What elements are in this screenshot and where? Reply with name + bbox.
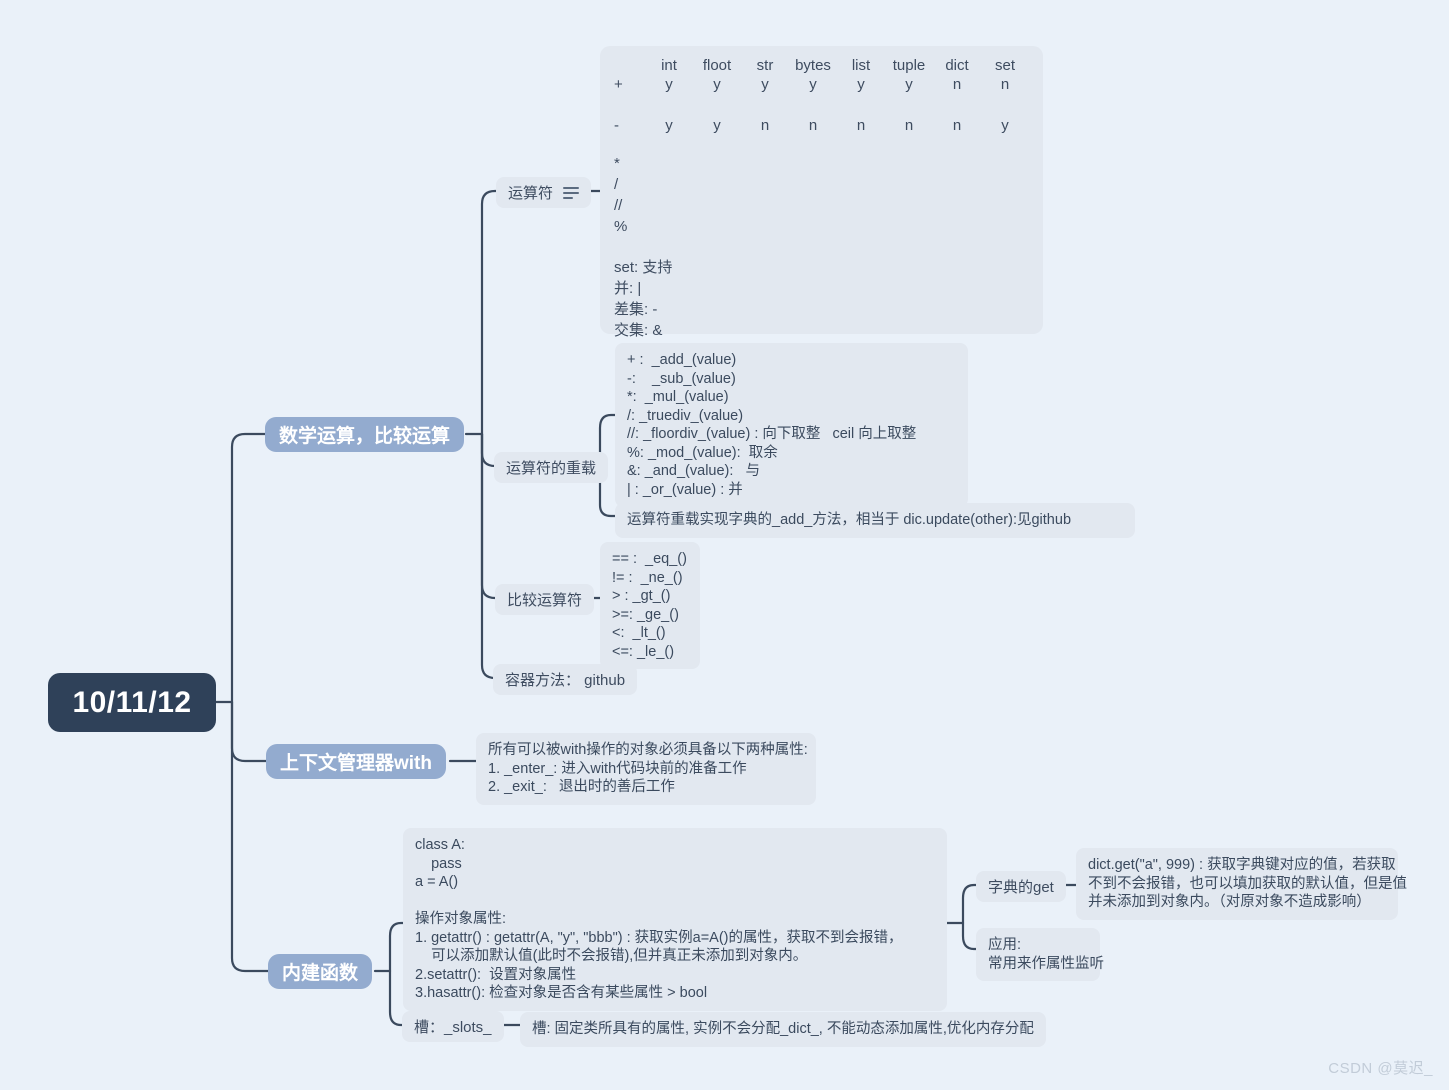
cell: n [760,117,770,134]
compare-operators-leaf: == : _eq_() != : _ne_() > : _gt_() >=: _… [600,542,700,669]
col-header-dict: dict [945,57,969,74]
col-header-bytes: bytes [795,57,831,74]
note-lines-icon [563,186,580,199]
watermark: CSDN @莫迟_ [1328,1060,1433,1077]
branch-label-builtin: 内建函数 [282,963,359,984]
cell: n [952,117,962,134]
cell: y [665,76,673,93]
slots-description-leaf: 槽: 固定类所具有的属性, 实例不会分配_dict_, 不能动态添加属性,优化内… [520,1012,1046,1047]
cell: y [713,76,721,93]
branch-node-with[interactable]: 上下文管理器with [266,744,446,779]
col-header-str: str [756,57,774,74]
row-header-plus: + [614,76,623,93]
table-row: - y y n n n n n y [614,116,1029,135]
table-header-row: int floot str bytes list tuple dict set [614,56,1029,75]
mindmap-canvas: 10/11/12 数学运算，比较运算 上下文管理器with 内建函数 运算符 运… [0,0,1449,1090]
builtin-attributes-leaf: class A: pass a = A() 操作对象属性: 1. getattr… [403,828,947,1011]
root-label: 10/11/12 [72,685,192,719]
cell: n [952,76,962,93]
table-gap-row [614,94,1029,116]
cell: n [1000,76,1010,93]
row-header-minus: - [614,117,619,134]
cell: y [713,117,721,134]
col-header-tuple: tuple [892,57,926,74]
apply-usage-leaf: 应用: 常用来作属性监听 [976,928,1104,981]
subnode-dict-get[interactable]: 字典的get [976,871,1066,902]
col-header-int: int [661,57,677,74]
branch-node-math[interactable]: 数学运算，比较运算 [265,417,465,452]
subnode-operator-overload[interactable]: 运算符的重载 [494,452,609,483]
cell: y [905,76,913,93]
extra-operators-list: * / // % [614,155,628,235]
subnode-slots[interactable]: 槽：_slots_ [402,1011,504,1042]
dict-get-description-leaf: dict.get("a", 999) : 获取字典键对应的值，若获取 不到不会报… [1076,848,1407,920]
subnode-label-compare: 比较运算符 [507,592,583,609]
cell: y [809,76,817,93]
cell: n [904,117,914,134]
subnode-label-dict-get: 字典的get [988,879,1054,896]
operator-overload-note-leaf: 运算符重载实现字典的_add_方法，相当于 dic.update(other):… [615,503,1135,538]
root-node[interactable]: 10/11/12 [48,673,216,732]
operator-overload-leaf: + : _add_(value) -: _sub_(value) *: _mul… [615,343,968,507]
with-protocol-leaf: 所有可以被with操作的对象必须具备以下两种属性: 1. _enter_: 进入… [476,733,816,805]
corner-cell [614,56,645,75]
cell: y [665,117,673,134]
branch-node-builtin[interactable]: 内建函数 [268,954,373,989]
cell: y [1001,117,1009,134]
subnode-label-container: 容器方法： github [505,672,626,689]
subnode-label-slots: 槽：_slots_ [414,1019,492,1036]
col-header-list: list [851,57,871,74]
branch-label-with: 上下文管理器with [280,753,432,774]
col-header-set: set [994,57,1015,74]
cell: n [856,117,866,134]
subnode-compare-operators[interactable]: 比较运算符 [495,584,595,615]
subnode-operators[interactable]: 运算符 [496,177,592,208]
cell: y [857,76,865,93]
subnode-label-operators: 运算符 [508,185,554,202]
col-header-floot: floot [702,57,732,74]
table-row: + y y y y y y n n [614,75,1029,94]
branch-label-math: 数学运算，比较运算 [279,426,451,447]
operator-support-table: int floot str bytes list tuple dict set … [614,56,1029,135]
subnode-label-overload: 运算符的重载 [506,460,597,477]
cell: n [808,117,818,134]
cell: y [761,76,769,93]
operator-support-table-leaf: int floot str bytes list tuple dict set … [600,46,1043,339]
set-operations-note: set: 支持 并: | 差集: - 交集: & [614,259,673,339]
